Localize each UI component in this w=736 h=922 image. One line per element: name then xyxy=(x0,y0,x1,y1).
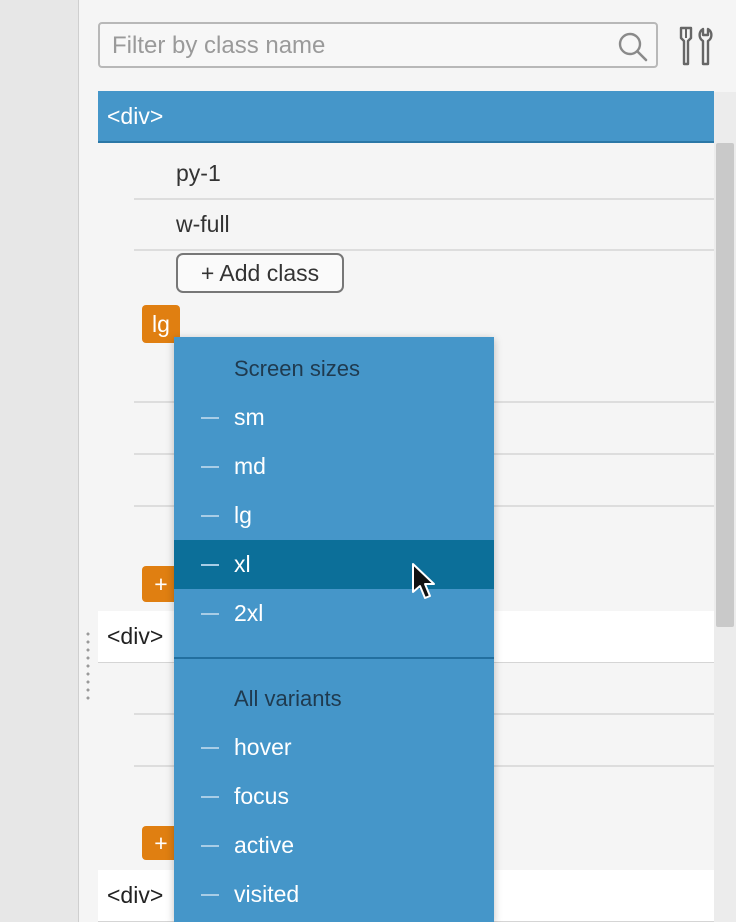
dash-icon xyxy=(201,746,219,749)
menu-item-active[interactable]: active xyxy=(174,821,494,870)
variant-dropdown-menu: Screen sizes sm md lg xl 2xl All variant… xyxy=(174,337,494,922)
menu-item-sm[interactable]: sm xyxy=(174,393,494,442)
class-row[interactable]: w-full xyxy=(134,200,714,251)
dash-icon xyxy=(201,416,219,419)
menu-item-label: xl xyxy=(234,551,251,577)
class-name: w-full xyxy=(176,211,230,237)
menu-item-xl[interactable]: xl xyxy=(174,540,494,589)
menu-item-label: active xyxy=(234,832,295,858)
element-tag-label: <div> xyxy=(107,882,164,908)
menu-item-focus[interactable]: focus xyxy=(174,772,494,821)
dash-icon xyxy=(201,563,219,566)
tools-icon[interactable] xyxy=(676,24,718,68)
add-class-button[interactable]: + Add class xyxy=(176,253,344,293)
menu-item-label: md xyxy=(234,453,266,479)
tree-element-selected[interactable]: <div> xyxy=(98,91,714,143)
menu-item-label: focus xyxy=(234,783,289,809)
all-variants-heading: All variants xyxy=(234,686,342,711)
dash-icon xyxy=(201,612,219,615)
dash-icon xyxy=(201,844,219,847)
class-row[interactable]: py-1 xyxy=(134,149,714,200)
menu-separator xyxy=(174,657,494,659)
dash-icon xyxy=(201,514,219,517)
dash-icon xyxy=(201,465,219,468)
menu-item-label: 2xl xyxy=(234,600,264,626)
dash-icon xyxy=(201,893,219,896)
menu-item-visited[interactable]: visited xyxy=(174,870,494,919)
dash-icon xyxy=(201,795,219,798)
menu-item-label: visited xyxy=(234,881,300,907)
menu-item-label: sm xyxy=(234,404,265,430)
resize-grip-icon[interactable] xyxy=(85,630,91,702)
search-icon[interactable] xyxy=(616,31,650,63)
menu-item-label: hover xyxy=(234,734,292,760)
element-tag-label: <div> xyxy=(107,102,164,129)
scrollbar-thumb[interactable] xyxy=(716,143,734,627)
mouse-pointer-icon xyxy=(412,563,435,599)
menu-item-hover[interactable]: hover xyxy=(174,723,494,772)
element-tag-label: <div> xyxy=(107,623,164,649)
class-name: py-1 xyxy=(176,160,221,186)
class-filter-input[interactable] xyxy=(110,30,614,62)
menu-item-label: lg xyxy=(234,502,252,528)
class-filter-box[interactable] xyxy=(98,22,658,68)
screen-sizes-heading: Screen sizes xyxy=(234,356,360,381)
menu-item-2xl[interactable]: 2xl xyxy=(174,589,494,638)
menu-item-lg[interactable]: lg xyxy=(174,491,494,540)
menu-item-md[interactable]: md xyxy=(174,442,494,491)
